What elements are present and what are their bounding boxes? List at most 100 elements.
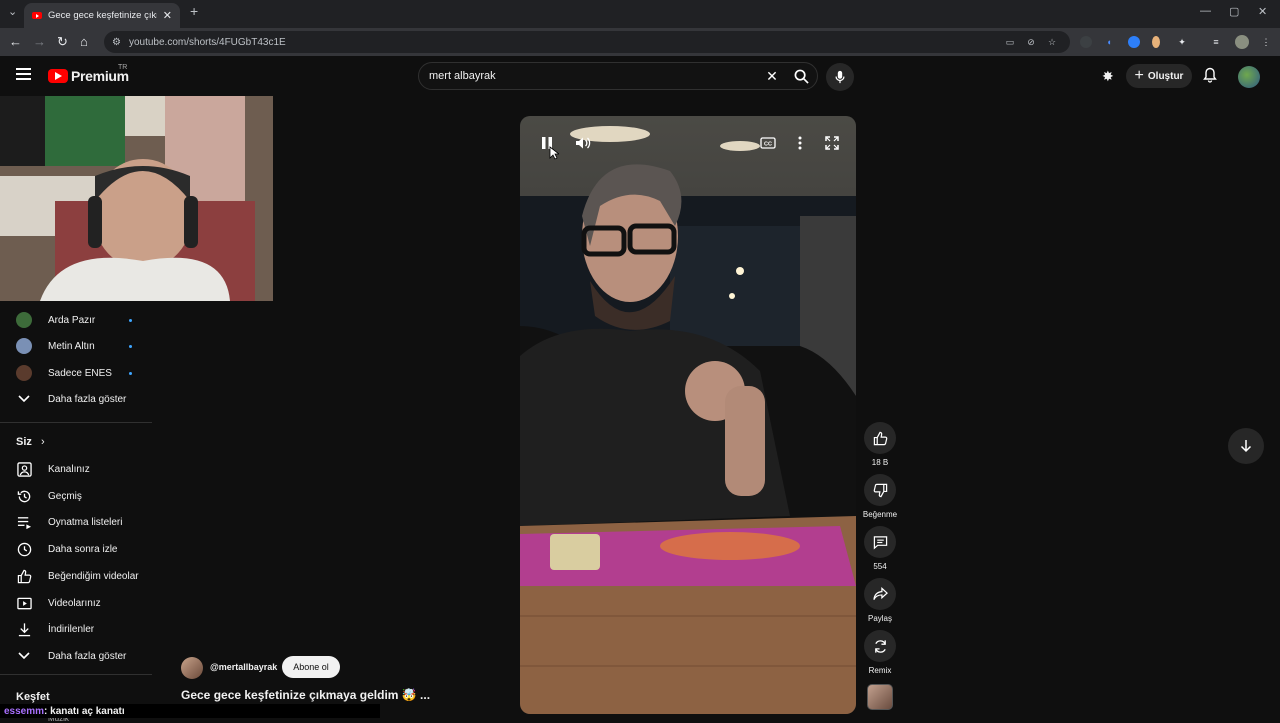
sidebar-divider	[0, 674, 152, 675]
tab-search-chevron-icon[interactable]: ⌄	[8, 5, 17, 18]
comment-icon[interactable]	[864, 526, 896, 558]
voice-search-mic-icon[interactable]	[826, 63, 854, 91]
audio-extension-icon[interactable]: ◖	[1103, 36, 1115, 48]
avatar	[16, 365, 32, 381]
chevron-down-icon	[16, 391, 32, 407]
sidebar-item-label: Oynatma listeleri	[48, 516, 123, 528]
extensions-puzzle-icon[interactable]: ✦	[1176, 36, 1188, 48]
sidebar-item-playlists[interactable]: Oynatma listeleri	[0, 509, 160, 535]
short-title[interactable]: Gece gece keşfetinize çıkmaya geldim 🤯 .…	[181, 688, 430, 702]
bookmark-star-icon[interactable]: ☆	[1046, 36, 1058, 48]
sidebar-divider	[0, 422, 152, 423]
notifications-bell-icon[interactable]	[1203, 67, 1217, 88]
chat-username: essemm	[4, 705, 45, 717]
sidebar-subscription-arda-pazir[interactable]: Arda Pazır	[0, 307, 160, 333]
more-options-icon[interactable]	[789, 132, 811, 154]
remix-icon[interactable]	[864, 630, 896, 662]
sidebar-subscription-metin-altin[interactable]: Metin Altın	[0, 333, 160, 359]
channel-handle[interactable]: @mertallbayrak	[210, 662, 277, 672]
webcam-overlay	[0, 96, 273, 301]
chat-message: : kanatı aç kanatı	[44, 705, 125, 717]
share-label: Paylaş	[867, 614, 892, 623]
share-action[interactable]: Paylaş	[864, 578, 896, 623]
browser-tab-strip: ⌄ Gece gece keşfetinize çıkmaya ... ✕ + …	[0, 0, 1280, 28]
volume-icon[interactable]	[572, 132, 594, 154]
gemini-sparkle-icon[interactable]: ✸	[1102, 68, 1114, 85]
sidebar-item-history[interactable]: Geçmiş	[0, 483, 160, 509]
search-input[interactable]: mert albayrak	[429, 70, 759, 82]
mouse-cursor-icon	[549, 146, 561, 165]
channel-avatar[interactable]	[181, 657, 203, 679]
next-short-button[interactable]	[1228, 428, 1264, 464]
url-text: youtube.com/shorts/4FUGbT43c1E	[128, 36, 286, 48]
thumbs-up-icon[interactable]	[864, 422, 896, 454]
subscribe-button[interactable]: Abone ol	[282, 656, 340, 678]
sidebar-section-you[interactable]: Siz ›	[16, 436, 45, 448]
new-content-dot	[129, 318, 132, 322]
comments-action[interactable]: 554	[864, 526, 896, 571]
media-control-icon[interactable]: ≡	[1210, 36, 1222, 48]
sidebar-show-more-you[interactable]: Daha fazla göster	[0, 643, 160, 669]
youtube-premium-logo[interactable]: Premium TR	[48, 64, 129, 84]
back-arrow-icon[interactable]: ←	[9, 34, 22, 49]
sidebar-item-downloads[interactable]: İndirilenler	[0, 616, 160, 642]
dislike-action[interactable]: Beğenme	[863, 474, 897, 519]
comments-count: 554	[873, 562, 887, 571]
playlists-icon	[16, 514, 32, 530]
browser-toolbar: ← → ↻ ⌂ ⚙ youtube.com/shorts/4FUGbT43c1E…	[0, 28, 1280, 56]
account-avatar[interactable]	[1238, 66, 1260, 88]
sidebar-item-your-videos[interactable]: Videolarınız	[0, 590, 160, 616]
sidebar-item-label: İndirilenler	[48, 623, 95, 635]
captions-icon[interactable]: CC	[757, 132, 779, 154]
sidebar-item-label: Geçmiş	[48, 490, 82, 502]
search-box[interactable]: mert albayrak ✕	[418, 62, 818, 90]
share-arrow-icon[interactable]	[864, 578, 896, 610]
tab-close-icon[interactable]: ✕	[163, 9, 172, 22]
window-maximize-button[interactable]: ▢	[1229, 5, 1239, 18]
fullscreen-icon[interactable]	[821, 132, 843, 154]
remix-action[interactable]: Remix	[864, 630, 896, 675]
sidebar-section-explore[interactable]: Keşfet	[16, 691, 50, 703]
sidebar-item-watch-later[interactable]: Daha sonra izle	[0, 536, 160, 562]
shorts-video-player[interactable]: CC	[520, 116, 856, 714]
chrome-menu-icon[interactable]: ⋮	[1260, 36, 1272, 48]
home-icon[interactable]: ⌂	[80, 34, 88, 49]
cast-icon[interactable]: ▭	[1004, 36, 1016, 48]
eye-off-icon[interactable]: ⊘	[1025, 36, 1037, 48]
audio-thumbnail[interactable]	[867, 684, 893, 710]
site-info-icon[interactable]: ⚙	[112, 37, 121, 48]
create-button[interactable]: + Oluştur	[1126, 64, 1192, 88]
sidebar-item-label: Metin Altın	[48, 340, 95, 352]
sidebar-item-liked-videos[interactable]: Beğendiğim videolar	[0, 563, 160, 589]
extension-blue-icon[interactable]	[1128, 36, 1140, 48]
sidebar-item-label: Arda Pazır	[48, 314, 96, 326]
extension-icon[interactable]	[1080, 36, 1092, 48]
sidebar-subscription-sadece-enes[interactable]: Sadece ENES	[0, 360, 160, 386]
search-icon[interactable]	[785, 63, 817, 89]
hamburger-menu-icon[interactable]	[16, 68, 31, 80]
like-count: 18 B	[871, 458, 889, 467]
profile-avatar-icon[interactable]	[1235, 35, 1249, 49]
download-icon	[16, 621, 32, 637]
sidebar-item-label: Videolarınız	[48, 597, 101, 609]
avatar	[16, 338, 32, 354]
remix-label: Remix	[868, 666, 892, 675]
forward-arrow-icon[interactable]: →	[33, 34, 46, 49]
clear-search-icon[interactable]: ✕	[759, 68, 785, 85]
sidebar-item-label: Daha sonra izle	[48, 543, 118, 555]
window-minimize-button[interactable]: —	[1200, 5, 1211, 17]
clock-icon	[16, 541, 32, 557]
new-tab-button[interactable]: +	[190, 3, 198, 19]
sidebar-item-label: Daha fazla göster	[48, 650, 127, 662]
address-bar[interactable]: ⚙ youtube.com/shorts/4FUGbT43c1E	[104, 31, 1070, 53]
reload-icon[interactable]: ↻	[57, 34, 68, 50]
browser-tab-active[interactable]: Gece gece keşfetinize çıkmaya ... ✕	[24, 3, 180, 28]
thumbs-down-icon[interactable]	[864, 474, 896, 506]
sidebar-item-your-channel[interactable]: Kanalınız	[0, 456, 160, 482]
sidebar-show-more-subscriptions[interactable]: Daha fazla göster	[0, 386, 160, 412]
extension-orange-icon[interactable]	[1152, 36, 1160, 48]
sidebar: Arda Pazır Metin Altın Sadece ENES Daha …	[0, 306, 160, 723]
window-close-button[interactable]: ✕	[1258, 5, 1267, 18]
youtube-favicon-icon	[32, 12, 42, 19]
like-action[interactable]: 18 B	[864, 422, 896, 467]
